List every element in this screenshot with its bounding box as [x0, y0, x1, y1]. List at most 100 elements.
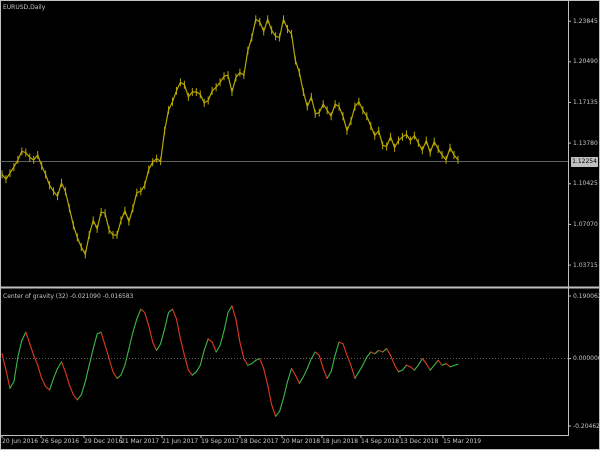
indicator-segment-down: [148, 325, 154, 343]
indicator-segment-down: [290, 367, 296, 376]
x-tick-label: 15 Mar 2019: [443, 438, 482, 445]
x-tick-label: 13 Dec 2018: [400, 438, 439, 445]
indicator-segment-down: [108, 358, 114, 373]
indicator-segment-down: [370, 351, 376, 355]
indicator-segment-down: [386, 348, 392, 356]
price-line: [1, 17, 459, 257]
indicator-segment-down: [409, 366, 415, 371]
indicator-segment-up: [128, 331, 134, 350]
indicator-segment-down: [239, 341, 245, 360]
indicator-segment-up: [76, 394, 82, 401]
y-tick-label: 1.07070: [573, 220, 598, 228]
indicator-y-tick-label: -0.204625: [573, 422, 600, 430]
indicator-segment-down: [64, 371, 70, 386]
indicator-label: Center of gravity (32) -0.021090 -0.0165…: [3, 293, 134, 300]
indicator-segment-up: [80, 381, 86, 396]
indicator-segment-up: [282, 381, 289, 399]
chart-canvas[interactable]: [0, 0, 600, 450]
indicator-segment-down: [68, 384, 74, 396]
indicator-segment-up: [441, 363, 447, 366]
indicator-segment-down: [445, 363, 451, 368]
indicator-segment-up: [49, 377, 55, 391]
indicator-segment-down: [179, 338, 185, 356]
indicator-segment-down: [112, 371, 118, 379]
indicator-segment-down: [338, 341, 344, 345]
indicator-segment-up: [136, 308, 142, 320]
indicator-segment-up: [302, 367, 308, 378]
indicator-segment-down: [175, 318, 181, 340]
indicator-segment-down: [425, 363, 431, 371]
indicator-segment-down: [263, 367, 269, 386]
x-tick-label: 14 Sep 2018: [361, 438, 400, 445]
y-tick-label: 1.10425: [573, 180, 598, 188]
indicator-segment-down: [421, 358, 427, 365]
indicator-segment-down: [314, 351, 320, 356]
indicator-segment-up: [17, 339, 23, 358]
y-tick-label: 1.17135: [573, 98, 598, 106]
indicator-segment-down: [405, 364, 411, 368]
y-tick-label: 1.20490: [573, 58, 598, 66]
indicator-segment-up: [453, 363, 459, 367]
x-tick-label: 18 Dec 2017: [240, 438, 279, 445]
indicator-segment-up: [306, 358, 312, 370]
indicator-segment-up: [13, 356, 19, 383]
indicator-segment-up: [310, 351, 316, 360]
indicator-segment-down: [100, 331, 106, 346]
indicator-segment-up: [382, 348, 388, 353]
indicator-segment-down: [183, 354, 189, 371]
indicator-segment-up: [56, 361, 63, 370]
indicator-segment-up: [227, 305, 233, 314]
indicator-segment-up: [120, 364, 126, 376]
indicator-segment-down: [378, 349, 384, 353]
indicator-segment-up: [223, 311, 229, 332]
indicator-segment-up: [219, 330, 225, 346]
indicator-segment-down: [152, 341, 158, 351]
indicator-segment-down: [294, 374, 300, 384]
indicator-segment-down: [41, 377, 47, 388]
indicator-segment-down: [259, 358, 265, 370]
indicator-segment-down: [322, 367, 328, 379]
indicator-segment-up: [334, 341, 340, 356]
indicator-segment-up: [255, 358, 261, 361]
indicator-segment-down: [231, 305, 237, 320]
indicator-segment-up: [354, 371, 360, 379]
indicator-segment-up: [9, 381, 15, 389]
trading-chart-window[interactable]: EURUSD,Daily Center of gravity (32) -0.0…: [0, 0, 600, 450]
indicator-segment-up: [433, 359, 439, 366]
indicator-segment-up: [429, 364, 435, 371]
indicator-segment-down: [346, 354, 352, 366]
indicator-segment-up: [160, 328, 166, 345]
x-tick-label: 29 Dec 2016: [84, 438, 123, 445]
indicator-segment-up: [156, 343, 162, 351]
indicator-segment-down: [29, 343, 35, 356]
indicator-segment-up: [124, 348, 130, 366]
indicator-segment-down: [342, 343, 348, 356]
indicator-segment-down: [60, 361, 66, 373]
indicator-segment-down: [437, 359, 443, 366]
indicator-segment-up: [413, 364, 419, 371]
indicator-segment-up: [449, 364, 455, 368]
indicator-segment-down: [394, 364, 400, 373]
indicator-segment-down: [1, 353, 7, 371]
indicator-segment-down: [171, 308, 178, 320]
indicator-segment-down: [140, 308, 146, 314]
indicator-segment-down: [45, 386, 51, 391]
x-tick-label: 20 Jun 2016: [2, 438, 39, 445]
indicator-segment-up: [397, 369, 404, 373]
indicator-segment-down: [5, 369, 11, 389]
indicator-segment-up: [132, 318, 138, 333]
indicator-segment-up: [199, 349, 205, 366]
x-tick-label: 21 Jun 2017: [162, 438, 199, 445]
indicator-segment-up: [366, 351, 372, 358]
indicator-segment-down: [33, 354, 39, 366]
indicator-segment-up: [358, 364, 364, 373]
indicator-segment-up: [167, 308, 174, 314]
indicator-segment-down: [104, 344, 110, 360]
indicator-segment-down: [187, 369, 193, 376]
indicator-y-tick-label: 0.000000: [573, 355, 600, 363]
indicator-segment-up: [21, 331, 27, 342]
indicator-segment-down: [144, 311, 150, 327]
indicator-segment-down: [37, 364, 43, 379]
current-price-box: 1.12254: [571, 156, 598, 167]
indicator-segment-up: [164, 311, 170, 330]
